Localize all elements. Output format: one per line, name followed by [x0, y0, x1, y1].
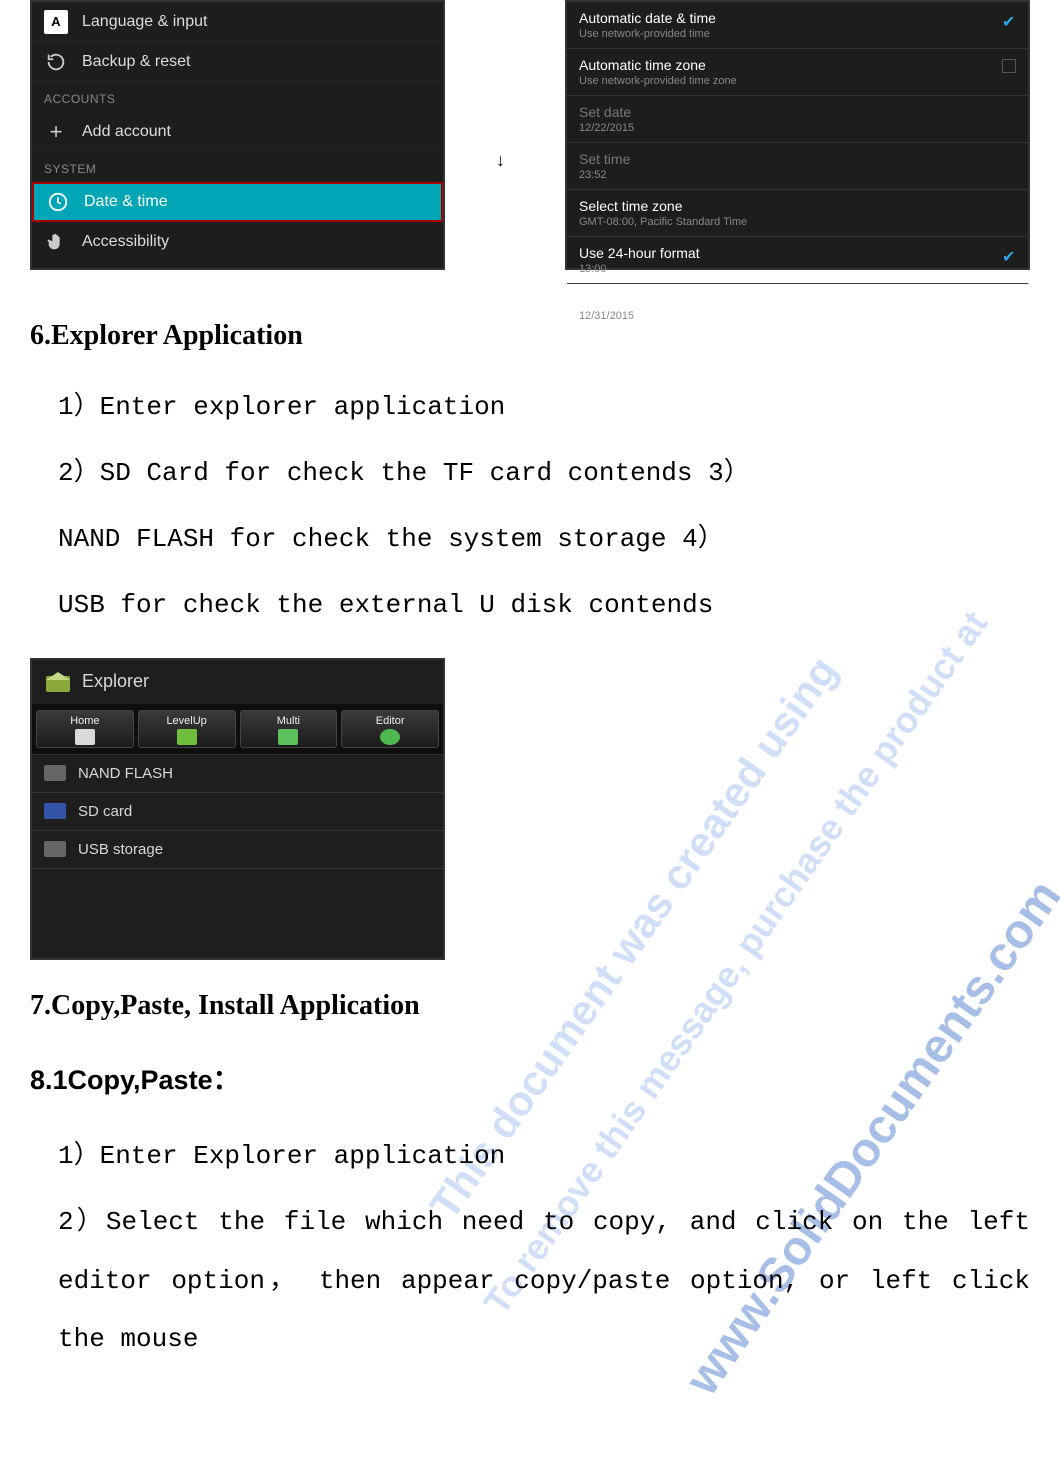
- explorer-tab-home[interactable]: Home: [36, 710, 134, 748]
- auto-time-zone-row[interactable]: Automatic time zone Use network-provided…: [567, 49, 1028, 96]
- settings-screenshot-right: Automatic date & time Use network-provid…: [565, 0, 1030, 270]
- sd-icon: [44, 803, 66, 819]
- row-title: Choose date format: [579, 292, 1016, 308]
- backup-icon: [44, 50, 68, 74]
- settings-item-label: Date & time: [84, 193, 168, 211]
- drive-icon: [44, 841, 66, 857]
- section-8-1-heading: 8.1Copy,Paste：: [30, 1058, 1030, 1097]
- explorer-screenshot: Explorer Home LevelUp Multi Editor NAND …: [30, 658, 445, 960]
- settings-item-label: Backup & reset: [82, 53, 191, 71]
- list-item: 1）Enter explorer application: [58, 380, 1030, 436]
- explorer-app-icon: [44, 670, 72, 694]
- clock-icon: [46, 190, 70, 214]
- list-item: USB for check the external U disk conten…: [58, 578, 1030, 634]
- select-time-zone-row[interactable]: Select time zone GMT-08:00, Pacific Stan…: [567, 190, 1028, 237]
- section-7-heading: 7.Copy,Paste, Install Application: [30, 990, 1030, 1022]
- row-sub: 12/22/2015: [579, 122, 1016, 134]
- settings-date-time[interactable]: Date & time: [32, 182, 443, 222]
- row-sub: 13:00: [579, 263, 1016, 275]
- explorer-tab-multi[interactable]: Multi: [240, 710, 338, 748]
- row-title: Use 24-hour format: [579, 245, 1016, 261]
- drive-icon: [44, 765, 66, 781]
- row-title: Set time: [579, 151, 1016, 167]
- settings-language-input[interactable]: A Language & input: [32, 2, 443, 42]
- section-8-1-body: 1）Enter Explorer application 2）Select th…: [30, 1127, 1030, 1369]
- set-time-row: Set time 23:52: [567, 143, 1028, 190]
- list-item: 1）Enter Explorer application: [58, 1127, 1030, 1186]
- explorer-row-sd[interactable]: SD card: [32, 792, 443, 830]
- checkbox-icon[interactable]: [1002, 59, 1016, 73]
- section-6-body: 1）Enter explorer application 2）SD Card f…: [30, 380, 1030, 634]
- row-title: Set date: [579, 104, 1016, 120]
- cursor-icon: ↓: [496, 150, 505, 171]
- row-sub: GMT-08:00, Pacific Standard Time: [579, 216, 1016, 228]
- row-sub: Use network-provided time zone: [579, 75, 1016, 87]
- explorer-tab-levelup[interactable]: LevelUp: [138, 710, 236, 748]
- system-header: SYSTEM: [32, 152, 443, 182]
- checkbox-icon[interactable]: ✔: [1002, 247, 1016, 261]
- use-24h-row[interactable]: Use 24-hour format 13:00 ✔: [567, 237, 1028, 284]
- settings-add-account[interactable]: + Add account: [32, 112, 443, 152]
- accounts-header: ACCOUNTS: [32, 82, 443, 112]
- explorer-row-nand[interactable]: NAND FLASH: [32, 754, 443, 792]
- plus-icon: +: [44, 120, 68, 144]
- settings-backup-reset[interactable]: Backup & reset: [32, 42, 443, 82]
- row-title: Automatic time zone: [579, 57, 1016, 73]
- explorer-row-usb[interactable]: USB storage: [32, 830, 443, 868]
- set-date-row: Set date 12/22/2015: [567, 96, 1028, 143]
- settings-item-label: Add account: [82, 123, 171, 141]
- checkbox-icon[interactable]: ✔: [1002, 12, 1016, 26]
- levelup-icon: [177, 729, 197, 745]
- hand-icon: [44, 230, 68, 254]
- row-title: Automatic date & time: [579, 10, 1016, 26]
- section-6-heading: 6.Explorer Application: [30, 320, 1030, 352]
- explorer-empty-area: [32, 868, 443, 958]
- list-item: NAND FLASH for check the system storage …: [58, 512, 1030, 568]
- multi-icon: [278, 729, 298, 745]
- explorer-tab-editor[interactable]: Editor: [341, 710, 439, 748]
- settings-screenshot-left: A Language & input Backup & reset ACCOUN…: [30, 0, 445, 270]
- settings-accessibility[interactable]: Accessibility: [32, 222, 443, 262]
- keyboard-icon: A: [44, 10, 68, 34]
- row-sub: 23:52: [579, 169, 1016, 181]
- explorer-title: Explorer: [82, 671, 149, 692]
- row-sub: Use network-provided time: [579, 28, 1016, 40]
- home-icon: [75, 729, 95, 745]
- row-title: Select time zone: [579, 198, 1016, 214]
- settings-item-label: Language & input: [82, 13, 207, 31]
- settings-item-label: Accessibility: [82, 233, 169, 251]
- list-item: 2）SD Card for check the TF card contends…: [58, 446, 1030, 502]
- editor-icon: [380, 729, 400, 745]
- auto-date-time-row[interactable]: Automatic date & time Use network-provid…: [567, 2, 1028, 49]
- explorer-title-bar: Explorer: [32, 660, 443, 704]
- list-item: 2）Select the file which need to copy, an…: [58, 1193, 1030, 1369]
